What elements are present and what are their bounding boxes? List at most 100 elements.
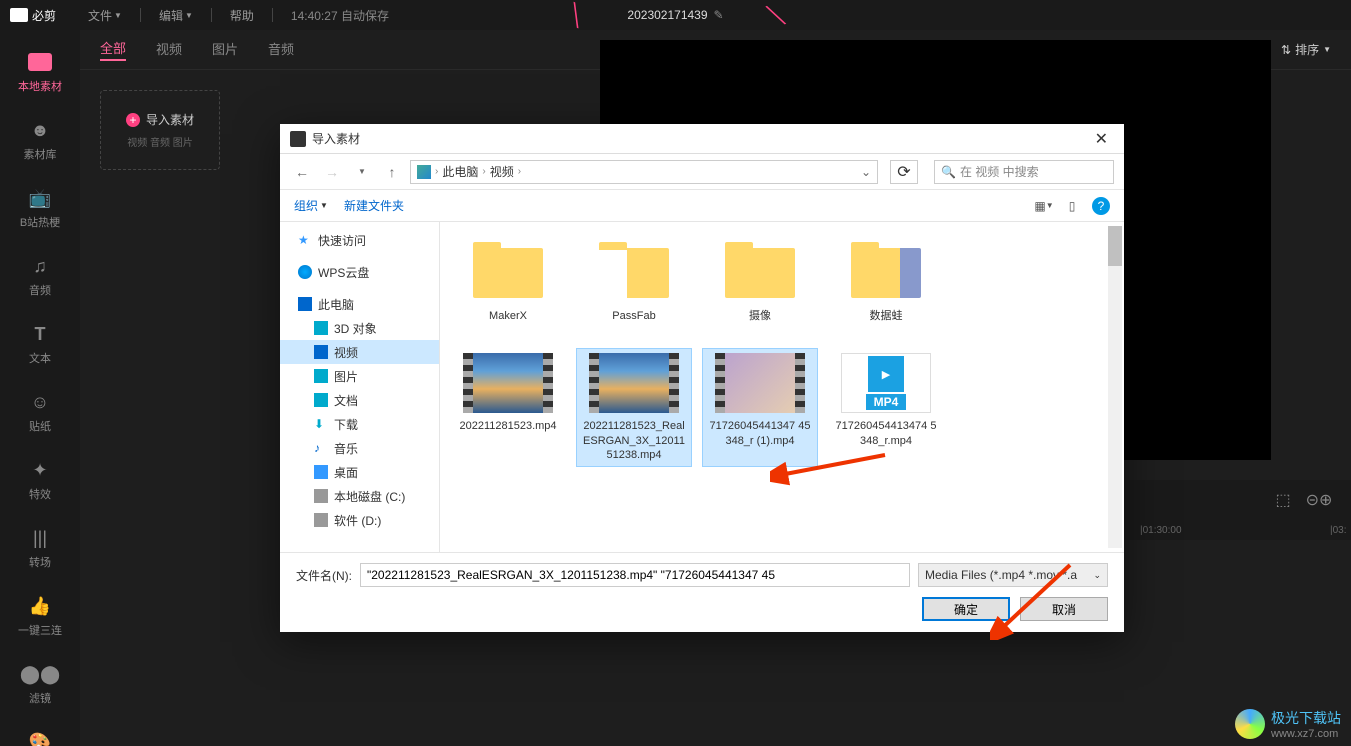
tree-disk-c[interactable]: 本地磁盘 (C:) bbox=[280, 484, 439, 508]
file-folder-camera[interactable]: 摄像 bbox=[702, 238, 818, 328]
tab-audio[interactable]: 音频 bbox=[268, 39, 294, 60]
ok-button[interactable]: 确定 bbox=[922, 597, 1010, 621]
tab-video[interactable]: 视频 bbox=[156, 39, 182, 60]
tree-images[interactable]: 图片 bbox=[280, 364, 439, 388]
sidebar-item-fx[interactable]: ✦特效 bbox=[28, 458, 52, 502]
menu-file[interactable]: 文件▼ bbox=[76, 7, 134, 24]
tree-disk-d[interactable]: 软件 (D:) bbox=[280, 508, 439, 532]
file-open-dialog: 导入素材 ✕ ← → ▼ ↑ › 此电脑 › 视频 › ⌄ ⟳ 🔍 在 视频 中… bbox=[280, 124, 1124, 632]
cancel-button[interactable]: 取消 bbox=[1020, 597, 1108, 621]
new-folder-button[interactable]: 新建文件夹 bbox=[344, 197, 404, 214]
sidebar-item-sticker[interactable]: ☺贴纸 bbox=[28, 390, 52, 434]
sidebar-item-transition[interactable]: |||转场 bbox=[28, 526, 52, 570]
sidebar-item-color[interactable]: 🎨调色 bbox=[28, 730, 52, 746]
dialog-icon bbox=[290, 131, 306, 147]
video-folder-icon bbox=[314, 345, 328, 359]
tree-3d[interactable]: 3D 对象 bbox=[280, 316, 439, 340]
crop-icon[interactable]: ⬚ bbox=[1271, 488, 1295, 512]
chevron-down-icon[interactable]: ⌄ bbox=[861, 165, 871, 179]
dialog-title: 导入素材 bbox=[312, 130, 360, 147]
pc-icon bbox=[417, 165, 431, 179]
dialog-body: ★快速访问 WPS云盘 此电脑 3D 对象 视频 图片 文档 ⬇下载 ♪音乐 桌… bbox=[280, 222, 1124, 552]
view-icon[interactable]: ▦▼ bbox=[1036, 198, 1052, 214]
transition-icon: ||| bbox=[28, 526, 52, 550]
up-icon[interactable]: ↑ bbox=[380, 160, 404, 184]
file-video-1[interactable]: 202211281523.mp4 bbox=[450, 348, 566, 467]
star-icon: ★ bbox=[298, 233, 312, 247]
ruler-mark: |01:30:00 bbox=[1140, 525, 1182, 536]
organize-button[interactable]: 组织▼ bbox=[294, 197, 328, 214]
disk-icon bbox=[314, 513, 328, 527]
watermark-logo-icon bbox=[1235, 709, 1265, 739]
recent-icon[interactable]: ▼ bbox=[350, 160, 374, 184]
edit-icon[interactable]: ✎ bbox=[714, 8, 724, 22]
preview-pane-icon[interactable]: ▯ bbox=[1064, 198, 1080, 214]
import-subtitle: 视频 音频 图片 bbox=[127, 134, 193, 149]
sidebar-item-audio[interactable]: ♫音频 bbox=[28, 254, 52, 298]
close-icon[interactable]: ✕ bbox=[1089, 129, 1114, 149]
left-sidebar: 本地素材 ☻素材库 📺B站热梗 ♫音频 T文本 ☺贴纸 ✦特效 |||转场 👍一… bbox=[0, 30, 80, 746]
import-media-box[interactable]: +导入素材 视频 音频 图片 bbox=[100, 90, 220, 170]
sidebar-item-local[interactable]: 本地素材 bbox=[18, 50, 62, 94]
scrollbar[interactable] bbox=[1108, 226, 1122, 548]
help-icon[interactable]: ? bbox=[1092, 197, 1110, 215]
file-video-3[interactable]: 71726045441347 45348_r (1).mp4 bbox=[702, 348, 818, 467]
refresh-icon[interactable]: ⟳ bbox=[890, 160, 918, 184]
sidebar-item-filter[interactable]: ⬤⬤滤镜 bbox=[28, 662, 52, 706]
sticker-icon: ☺ bbox=[28, 390, 52, 414]
tree-desktop[interactable]: 桌面 bbox=[280, 460, 439, 484]
breadcrumb-pc[interactable]: 此电脑 bbox=[442, 163, 478, 180]
tree-music[interactable]: ♪音乐 bbox=[280, 436, 439, 460]
back-icon[interactable]: ← bbox=[290, 160, 314, 184]
menu-edit[interactable]: 编辑▼ bbox=[147, 7, 205, 24]
tree-video[interactable]: 视频 bbox=[280, 340, 439, 364]
folder-icon bbox=[28, 53, 52, 71]
dialog-titlebar: 导入素材 ✕ bbox=[280, 124, 1124, 154]
fx-icon: ✦ bbox=[28, 458, 52, 482]
divider bbox=[272, 8, 273, 22]
tv-icon: 📺 bbox=[28, 186, 52, 210]
sidebar-item-text[interactable]: T文本 bbox=[28, 322, 52, 366]
file-folder-passfab[interactable]: PassFab bbox=[576, 238, 692, 328]
divider bbox=[140, 8, 141, 22]
file-video-4[interactable]: ▶MP4717260454413474 5348_r.mp4 bbox=[828, 348, 944, 467]
ruler-mark: |03: bbox=[1330, 525, 1347, 536]
app-logo: 必剪 bbox=[10, 7, 56, 24]
music-icon: ♫ bbox=[28, 254, 52, 278]
zoom-icon[interactable]: ⊝⊕ bbox=[1307, 488, 1331, 512]
tree-this-pc[interactable]: 此电脑 bbox=[280, 292, 439, 316]
filename-input[interactable] bbox=[360, 563, 910, 587]
file-folder-datawa[interactable]: 数据蛙 bbox=[828, 238, 944, 328]
tree-wps[interactable]: WPS云盘 bbox=[280, 260, 439, 284]
3d-icon bbox=[314, 321, 328, 335]
color-icon: 🎨 bbox=[28, 730, 52, 746]
tab-image[interactable]: 图片 bbox=[212, 39, 238, 60]
folder-icon bbox=[725, 248, 795, 298]
filetype-select[interactable]: Media Files (*.mp4 *.mov *.a⌄ bbox=[918, 563, 1108, 587]
tree-documents[interactable]: 文档 bbox=[280, 388, 439, 412]
forward-icon[interactable]: → bbox=[320, 160, 344, 184]
sidebar-item-library[interactable]: ☻素材库 bbox=[24, 118, 57, 162]
plus-icon: + bbox=[126, 113, 140, 127]
download-icon: ⬇ bbox=[314, 417, 328, 431]
menubar: 必剪 文件▼ 编辑▼ 帮助 14:40:27 自动保存 ╲ 2023021714… bbox=[0, 0, 1351, 30]
app-name: 必剪 bbox=[32, 7, 56, 24]
search-input[interactable]: 🔍 在 视频 中搜索 bbox=[934, 160, 1114, 184]
logo-icon bbox=[10, 8, 28, 22]
video-thumb-icon bbox=[463, 353, 553, 413]
breadcrumb-video[interactable]: 视频 bbox=[490, 163, 514, 180]
face-icon: ☻ bbox=[28, 118, 52, 142]
breadcrumb[interactable]: › 此电脑 › 视频 › ⌄ bbox=[410, 160, 878, 184]
sort-button[interactable]: ⇅排序▼ bbox=[1281, 41, 1331, 58]
project-title: ╲ 202302171439 ✎ ╲ bbox=[609, 3, 741, 28]
sidebar-item-bilibili[interactable]: 📺B站热梗 bbox=[20, 186, 60, 230]
tree-downloads[interactable]: ⬇下载 bbox=[280, 412, 439, 436]
file-folder-makerx[interactable]: MakerX bbox=[450, 238, 566, 328]
tree-quick-access[interactable]: ★快速访问 bbox=[280, 228, 439, 252]
tab-all[interactable]: 全部 bbox=[100, 38, 126, 61]
menu-help[interactable]: 帮助 bbox=[218, 7, 266, 24]
filename-label: 文件名(N): bbox=[296, 567, 352, 584]
watermark: 极光下载站 www.xz7.com bbox=[1235, 708, 1341, 740]
sidebar-item-triple[interactable]: 👍一键三连 bbox=[18, 594, 62, 638]
file-video-2[interactable]: 202211281523_RealESRGAN_3X_1201151238.mp… bbox=[576, 348, 692, 467]
